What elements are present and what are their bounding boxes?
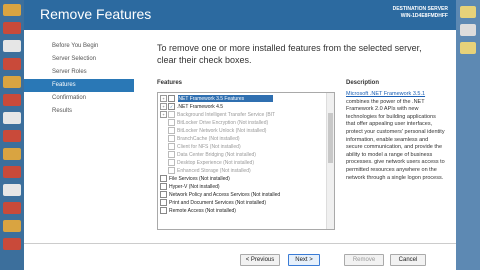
feature-row[interactable]: Hyper-V (Not installed) (160, 183, 220, 191)
features-tree[interactable]: + .NET Framework 3.5 Features + ✓ .NET Fram… (157, 92, 335, 230)
desktop-shortcut-icon[interactable] (3, 130, 21, 142)
feature-row[interactable]: Data Center Bridging (Not installed) (168, 151, 256, 159)
checkbox[interactable] (168, 127, 175, 135)
feature-row[interactable]: Client for NFS (Not installed) (168, 143, 241, 151)
feature-row[interactable]: + Background Intelligent Transfer Service… (160, 111, 275, 119)
checkbox[interactable] (160, 191, 167, 199)
checkbox[interactable]: ✓ (168, 103, 175, 111)
expand-icon[interactable]: + (160, 95, 167, 103)
desktop-shortcut-icon[interactable] (3, 112, 21, 124)
desktop-shortcut-icon[interactable] (3, 58, 21, 70)
checkbox[interactable] (160, 175, 167, 183)
desktop-right-strip (456, 0, 480, 270)
features-label: Features (157, 80, 183, 86)
nav-item-server-selection[interactable]: Server Selection (24, 53, 134, 66)
checkbox[interactable] (168, 111, 175, 119)
desktop-shortcut-icon[interactable] (3, 148, 21, 160)
checkbox[interactable] (160, 207, 167, 215)
expand-icon[interactable]: + (160, 111, 167, 119)
description-body: combines the power of the .NET Framework… (346, 98, 445, 181)
cancel-button[interactable]: Cancel (390, 254, 426, 266)
feature-row[interactable]: Remote Access (Not installed) (160, 207, 236, 215)
desktop-shortcut-icon[interactable] (3, 220, 21, 232)
next-button[interactable]: Next > (288, 254, 320, 266)
destination-server: WIN-1D4E8FMDHFF (400, 13, 448, 19)
checkbox[interactable] (168, 159, 175, 167)
nav-item-results[interactable]: Results (24, 105, 134, 118)
desktop-shortcut-icon[interactable] (3, 238, 21, 250)
intro-text: To remove one or more installed features… (157, 43, 422, 65)
nav-item-features[interactable]: Features (24, 79, 134, 92)
checkbox[interactable] (160, 183, 167, 191)
description-text: Microsoft .NET Framework 3.5.1 combines … (346, 91, 446, 182)
remove-button[interactable]: Remove (344, 254, 384, 266)
desktop-shortcut-icon[interactable] (3, 184, 21, 196)
nav-item-before-you-begin[interactable]: Before You Begin (24, 40, 134, 53)
desktop-shortcut-icon[interactable] (3, 4, 21, 16)
feature-row[interactable]: BitLocker Drive Encryption (Not installe… (168, 119, 268, 127)
expand-icon[interactable]: + (160, 103, 167, 111)
wizard-nav: Before You Begin Server Selection Server… (24, 40, 134, 118)
desktop-shortcut-icon[interactable] (3, 40, 21, 52)
desktop-shortcut-icon[interactable] (460, 24, 476, 36)
feature-row[interactable]: BranchCache (Not installed) (168, 135, 240, 143)
checkbox[interactable] (168, 135, 175, 143)
wizard-header: Remove Features DESTINATION SERVER WIN-1… (24, 0, 456, 30)
previous-button[interactable]: < Previous (240, 254, 280, 266)
checkbox[interactable] (168, 119, 175, 127)
description-link[interactable]: Microsoft .NET Framework 3.5.1 (346, 91, 425, 97)
feature-row[interactable]: BitLocker Network Unlock (Not installed) (168, 127, 266, 135)
checkbox[interactable] (168, 95, 175, 103)
desktop-shortcut-icon[interactable] (3, 94, 21, 106)
nav-item-confirmation[interactable]: Confirmation (24, 92, 134, 105)
desktop-shortcut-icon[interactable] (3, 202, 21, 214)
desktop-shortcut-icon[interactable] (3, 166, 21, 178)
desktop-shortcut-icon[interactable] (3, 22, 21, 34)
feature-row[interactable]: Enhanced Storage (Not installed) (168, 167, 251, 175)
checkbox[interactable] (168, 143, 175, 151)
footer-divider (24, 243, 456, 244)
checkbox[interactable] (168, 151, 175, 159)
desktop-shortcut-icon[interactable] (460, 42, 476, 54)
desktop-shortcut-icon[interactable] (3, 76, 21, 88)
feature-row[interactable]: + .NET Framework 3.5 Features (160, 95, 244, 103)
tree-scrollbar[interactable] (326, 93, 334, 229)
feature-row[interactable]: + ✓ .NET Framework 4.5 (160, 103, 223, 111)
feature-row[interactable]: Desktop Experience (Not installed) (168, 159, 254, 167)
destination-label: DESTINATION SERVER (392, 6, 448, 12)
checkbox[interactable] (160, 199, 167, 207)
page-title: Remove Features (40, 6, 152, 22)
desktop-left-strip (0, 0, 24, 270)
feature-row[interactable]: Network Policy and Access Services (Not … (160, 191, 280, 199)
feature-row[interactable]: Print and Document Services (Not install… (160, 199, 266, 207)
feature-row[interactable]: File Services (Not installed) (160, 175, 230, 183)
scrollbar-thumb[interactable] (328, 113, 333, 163)
desktop-shortcut-icon[interactable] (460, 6, 476, 18)
wizard-content: Before You Begin Server Selection Server… (24, 30, 456, 270)
checkbox[interactable] (168, 167, 175, 175)
description-label: Description (346, 80, 380, 86)
nav-item-server-roles[interactable]: Server Roles (24, 66, 134, 79)
